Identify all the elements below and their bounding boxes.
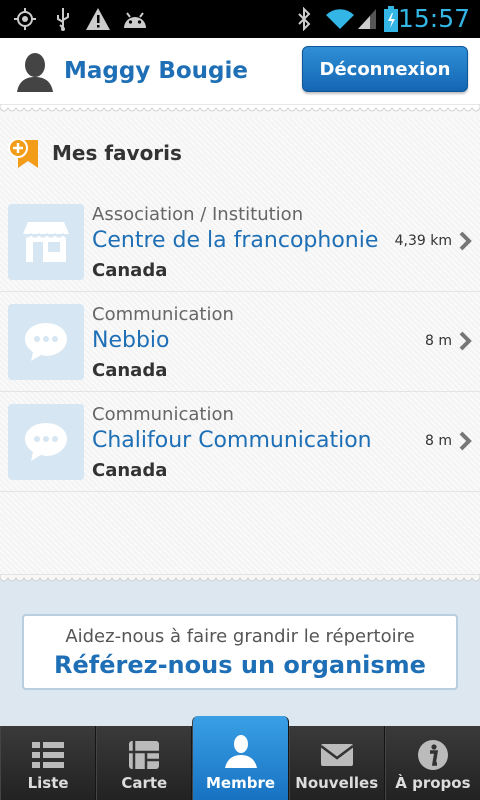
member-icon: [224, 735, 257, 768]
tab-label: Carte: [121, 774, 168, 792]
favorites-header: Mes favoris: [0, 132, 480, 174]
tab-label: Membre: [205, 774, 276, 792]
tab-nouvelles[interactable]: Nouvelles: [288, 726, 385, 800]
tab-carte[interactable]: Carte: [96, 726, 193, 800]
list-item[interactable]: Association / Institution Centre de la f…: [0, 192, 480, 292]
warning-icon: [84, 7, 112, 31]
map-icon: [129, 741, 160, 769]
referral-area: Aidez-nous à faire grandir le répertoire…: [0, 588, 480, 726]
gps-icon: [12, 7, 38, 31]
favorites-panel: Mes favoris Association / Institution Ce…: [0, 118, 480, 574]
item-distance: 8 m: [425, 433, 452, 449]
list-icon: [32, 742, 65, 768]
tab-liste[interactable]: Liste: [0, 726, 97, 800]
item-name[interactable]: Nebbio: [92, 328, 378, 353]
item-country: Canada: [92, 360, 168, 381]
refer-cta: Référez-nous un organisme: [54, 651, 426, 679]
refer-organization-button[interactable]: Aidez-nous à faire grandir le répertoire…: [22, 614, 458, 690]
favorite-add-icon: [8, 136, 40, 170]
username: Maggy Bougie: [64, 58, 248, 84]
list-item[interactable]: Communication Nebbio Canada 8 m: [0, 292, 480, 392]
chat-bubble-icon: [8, 304, 84, 380]
chat-bubble-icon: [8, 404, 84, 480]
signal-icon: [356, 7, 378, 31]
mail-icon: [319, 744, 354, 766]
tab-label: Nouvelles: [295, 774, 379, 792]
chevron-right-icon: [459, 231, 472, 251]
usb-icon: [52, 7, 74, 31]
bluetooth-icon: [294, 7, 314, 31]
refer-subtitle: Aidez-nous à faire grandir le répertoire: [65, 626, 415, 647]
scalloped-divider: [0, 104, 480, 118]
item-category: Association / Institution: [92, 204, 304, 225]
scalloped-divider: [0, 574, 480, 588]
favorites-title: Mes favoris: [52, 141, 182, 165]
item-country: Canada: [92, 460, 168, 481]
clock-time: 15:57: [397, 4, 470, 33]
info-icon: [417, 740, 448, 770]
tab-membre[interactable]: Membre: [192, 716, 289, 800]
item-name[interactable]: Centre de la francophonie: [92, 228, 378, 253]
store-icon: [8, 204, 84, 280]
tab-label: À propos: [395, 774, 471, 792]
item-name[interactable]: Chalifour Communication: [92, 428, 378, 453]
list-item[interactable]: Communication Chalifour Communication Ca…: [0, 392, 480, 492]
item-country: Canada: [92, 260, 168, 281]
item-distance: 8 m: [425, 333, 452, 349]
android-icon: [120, 7, 150, 31]
chevron-right-icon: [459, 431, 472, 451]
item-distance: 4,39 km: [394, 233, 452, 249]
tab-label: Liste: [27, 774, 69, 792]
member-header: Maggy Bougie Déconnexion: [0, 38, 480, 104]
avatar: [16, 52, 54, 92]
wifi-icon: [324, 7, 356, 31]
item-category: Communication: [92, 404, 234, 425]
chevron-right-icon: [459, 331, 472, 351]
status-bar: 15:57: [0, 0, 480, 38]
bottom-tab-bar: Liste Carte Membre Nouvelles À propos: [0, 716, 480, 800]
tab-a-propos[interactable]: À propos: [384, 726, 480, 800]
item-category: Communication: [92, 304, 234, 325]
logout-button[interactable]: Déconnexion: [302, 46, 468, 92]
